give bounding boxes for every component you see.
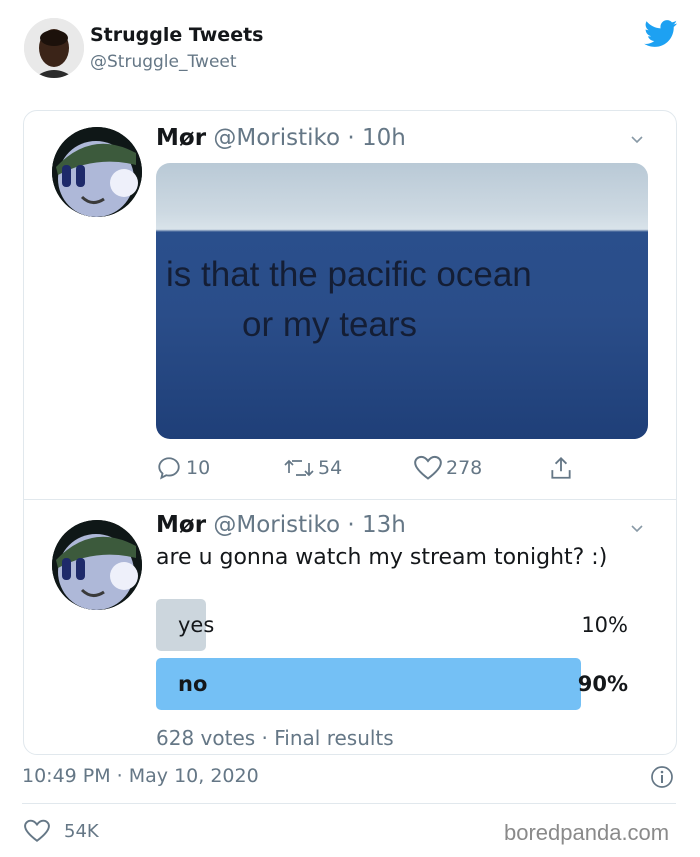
image-caption-line1: is that the pacific ocean xyxy=(166,255,532,294)
like-button[interactable]: 278 xyxy=(414,453,482,483)
avatar[interactable] xyxy=(52,520,142,610)
outer-tweet-header: Struggle Tweets @Struggle_Tweet xyxy=(0,0,700,100)
poll-result-bar xyxy=(156,658,581,710)
reply-count: 10 xyxy=(186,457,211,479)
poll-option-label: no xyxy=(178,672,208,696)
watermark: boredpanda.com xyxy=(504,820,670,845)
poll-option-label: yes xyxy=(178,613,215,637)
reply-icon xyxy=(158,457,180,480)
tweet-time[interactable]: · 10h xyxy=(347,125,405,151)
tweet-poll[interactable]: Mør @Moristiko · 13h are u gonna watch m… xyxy=(24,500,676,754)
like-count: 278 xyxy=(446,457,483,479)
poll-question: are u gonna watch my stream tonight? :) xyxy=(156,545,608,570)
outer-like-count: 54K xyxy=(64,820,99,842)
chevron-down-icon[interactable] xyxy=(630,522,644,536)
display-name[interactable]: Mør xyxy=(156,512,206,538)
retweet-count: 54 xyxy=(318,457,343,479)
retweet-button[interactable]: 54 xyxy=(284,453,342,483)
divider xyxy=(22,803,676,804)
chevron-down-icon[interactable] xyxy=(630,133,644,147)
retweet-icon xyxy=(284,459,314,477)
reply-button[interactable]: 10 xyxy=(156,453,210,483)
share-icon xyxy=(551,456,571,479)
poll-vote-summary: 628 votes · Final results xyxy=(156,726,394,750)
tweet-time[interactable]: · 13h xyxy=(347,512,405,538)
poll-option-no: no 90% xyxy=(156,658,628,710)
tweet-timestamp[interactable]: 10:49 PM · May 10, 2020 xyxy=(22,765,259,787)
heart-icon xyxy=(24,819,50,842)
tweet-image[interactable]: is that the pacific ocean or my tears xyxy=(156,163,648,439)
outer-like-button[interactable]: 54K xyxy=(24,818,99,844)
heart-icon xyxy=(414,455,442,480)
user-handle[interactable]: @Moristiko xyxy=(213,512,340,538)
embedded-tweets-card: Mør @Moristiko · 10h is that the pacific… xyxy=(23,110,677,755)
avatar[interactable] xyxy=(24,18,84,78)
share-button[interactable] xyxy=(548,453,578,483)
display-name[interactable]: Mør xyxy=(156,125,206,151)
tweet-actions: 10 54 278 xyxy=(156,451,636,485)
image-caption-line2: or my tears xyxy=(242,305,418,344)
user-handle[interactable]: @Moristiko xyxy=(213,125,340,151)
poll-option-percent: 10% xyxy=(581,613,628,637)
tweet-header: Mør @Moristiko · 10h xyxy=(156,125,406,151)
info-icon[interactable] xyxy=(650,765,674,789)
poll-option-yes: yes 10% xyxy=(156,599,628,651)
tweet-header: Mør @Moristiko · 13h xyxy=(156,512,406,538)
avatar[interactable] xyxy=(52,127,142,217)
twitter-bird-icon[interactable] xyxy=(644,20,678,48)
tweet-ocean[interactable]: Mør @Moristiko · 10h is that the pacific… xyxy=(24,111,676,500)
poll-option-percent: 90% xyxy=(577,672,628,696)
user-handle[interactable]: @Struggle_Tweet xyxy=(90,52,237,72)
display-name[interactable]: Struggle Tweets xyxy=(90,24,263,46)
